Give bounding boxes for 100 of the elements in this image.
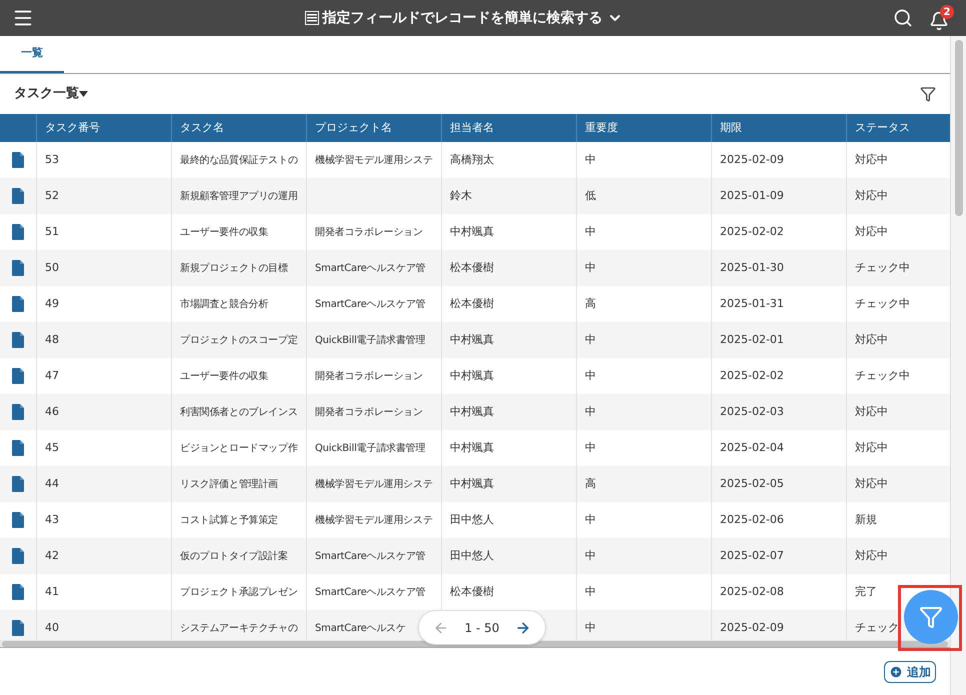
view-selector[interactable]: タスク一覧 <box>14 84 88 104</box>
document-icon[interactable] <box>12 404 24 420</box>
filter-button[interactable] <box>920 86 936 102</box>
table-cell-text: 田中悠人 <box>450 548 494 564</box>
table-cell-text: 対応中 <box>855 404 888 420</box>
table-cell-text: リスク評価と管理計画 <box>180 478 278 492</box>
table-cell-text: 2025-02-07 <box>720 548 784 564</box>
table-cell-text: 中 <box>585 404 596 420</box>
table-cell-text: ユーザー要件の収集 <box>180 370 268 384</box>
table-cell-text: QuickBill電子請求書管理 <box>315 442 426 456</box>
table-cell-text: 利害関係者とのブレインス <box>180 406 298 420</box>
table-cell-text: チェック <box>855 620 899 636</box>
table-cell-text: 2025-02-02 <box>720 368 784 384</box>
notifications-button[interactable]: 2 <box>929 5 954 31</box>
table-cell-text: 50 <box>45 260 59 276</box>
document-icon[interactable] <box>12 620 24 636</box>
table-cell-text: 松本優樹 <box>450 584 494 600</box>
add-button[interactable]: 追加 <box>884 660 936 682</box>
table-cell-text: 中 <box>585 584 596 600</box>
table-cell-text: 松本優樹 <box>450 260 494 276</box>
table-cell-text: 中 <box>585 260 596 276</box>
table-cell-text: 45 <box>45 440 59 456</box>
table-cell-text: 市場調査と競合分析 <box>180 298 268 312</box>
page-range: 1 - 50 <box>464 620 500 636</box>
table-cell-text: プロジェクト承認プレゼン <box>180 586 298 600</box>
document-icon[interactable] <box>12 332 24 348</box>
table-cell-text: プロジェクトのスコープ定 <box>180 334 298 348</box>
table-cell-text: 中 <box>585 224 596 240</box>
table-icon <box>304 11 318 25</box>
table-cell-text: 2025-02-08 <box>720 584 784 600</box>
table-cell-text: 中 <box>585 440 596 456</box>
table-cell-text: 対応中 <box>855 224 888 240</box>
table-cell-text: 52 <box>45 188 59 204</box>
document-icon[interactable] <box>12 584 24 600</box>
tab[interactable]: 一覧 <box>0 36 64 73</box>
table-cell-text: 対応中 <box>855 332 888 348</box>
table-cell-text: SmartCareヘルスケア管 <box>315 298 426 312</box>
document-icon[interactable] <box>12 368 24 384</box>
document-icon[interactable] <box>12 548 24 564</box>
document-icon[interactable] <box>12 260 24 276</box>
table-cell-text: 2025-02-09 <box>720 152 784 168</box>
table-cell-text: 鈴木 <box>450 188 472 204</box>
table-cell-text: 2025-02-06 <box>720 512 784 528</box>
table-cell-text: 対応中 <box>855 188 888 204</box>
table-cell-text: SmartCareヘルスケ <box>315 622 406 636</box>
table-cell-text: チェック中 <box>855 260 910 276</box>
table-cell-text: 開発者コラボレーション <box>315 370 423 384</box>
table-cell-text: SmartCareヘルスケア管 <box>315 262 426 276</box>
table-cell-text: 完了 <box>855 584 877 600</box>
table-cell-text: 43 <box>45 512 59 528</box>
table-cell-text: 2025-02-01 <box>720 332 784 348</box>
horizontal-scrollbar[interactable] <box>0 640 950 648</box>
table-cell-text: チェック中 <box>855 368 910 384</box>
table-cell-text: 2025-02-04 <box>720 440 784 456</box>
table-cell-text: 44 <box>45 476 59 492</box>
table-cell-text: 田中悠人 <box>450 512 494 528</box>
table-cell-text: 2025-01-30 <box>720 260 784 276</box>
table-cell-text: 対応中 <box>855 476 888 492</box>
table-cell-text: チェック中 <box>855 296 910 312</box>
table-cell-text: 仮のプロトタイプ設計案 <box>180 550 288 564</box>
document-icon[interactable] <box>12 440 24 456</box>
table-cell-text: 高橋翔太 <box>450 152 494 168</box>
table-cell-text: 中村颯真 <box>450 404 494 420</box>
document-icon[interactable] <box>12 512 24 528</box>
table-cell-text: QuickBill電子請求書管理 <box>315 334 426 348</box>
table-cell-text: 2025-01-09 <box>720 188 784 204</box>
document-icon[interactable] <box>12 476 24 492</box>
table-cell-text: 48 <box>45 332 59 348</box>
document-icon[interactable] <box>12 152 24 168</box>
highlight-frame <box>898 585 962 651</box>
document-icon[interactable] <box>12 296 24 312</box>
table-cell-text: ビジョンとロードマップ作 <box>180 442 298 456</box>
table-cell-text: SmartCareヘルスケア管 <box>315 550 426 564</box>
table-cell-text: 中 <box>585 512 596 528</box>
table-cell-text: 機械学習モデル運用システ <box>315 514 433 528</box>
document-icon[interactable] <box>12 188 24 204</box>
table-cell-text: 2025-02-09 <box>720 620 784 636</box>
document-icon[interactable] <box>12 224 24 240</box>
table-cell-text: 中村颯真 <box>450 368 494 384</box>
table-cell-text: 中 <box>585 152 596 168</box>
table-cell-text: 中村颯真 <box>450 440 494 456</box>
table-cell-text: 機械学習モデル運用システ <box>315 478 433 492</box>
table-cell-text: 中 <box>585 548 596 564</box>
next-page-button[interactable] <box>515 620 531 636</box>
plus-icon <box>889 664 903 678</box>
table-cell-text: 51 <box>45 224 59 240</box>
table-cell-text: 2025-02-03 <box>720 404 784 420</box>
table-cell-text: 47 <box>45 368 59 384</box>
search-button[interactable] <box>893 8 913 28</box>
table-cell-text: 中村颯真 <box>450 476 494 492</box>
vertical-scrollbar[interactable] <box>950 36 966 695</box>
table-cell-text: 40 <box>45 620 59 636</box>
table-cell-text: 松本優樹 <box>450 296 494 312</box>
caret-icon <box>79 91 88 97</box>
app-title: 指定フィールドでレコードを簡単に検索する <box>322 8 602 28</box>
table-cell-text: 高 <box>585 476 596 492</box>
table-cell-text: SmartCareヘルスケア管 <box>315 586 426 600</box>
table-cell-text: 46 <box>45 404 59 420</box>
table-cell-text: 高 <box>585 296 596 312</box>
table-cell-text: コスト試算と予算策定 <box>180 514 278 528</box>
